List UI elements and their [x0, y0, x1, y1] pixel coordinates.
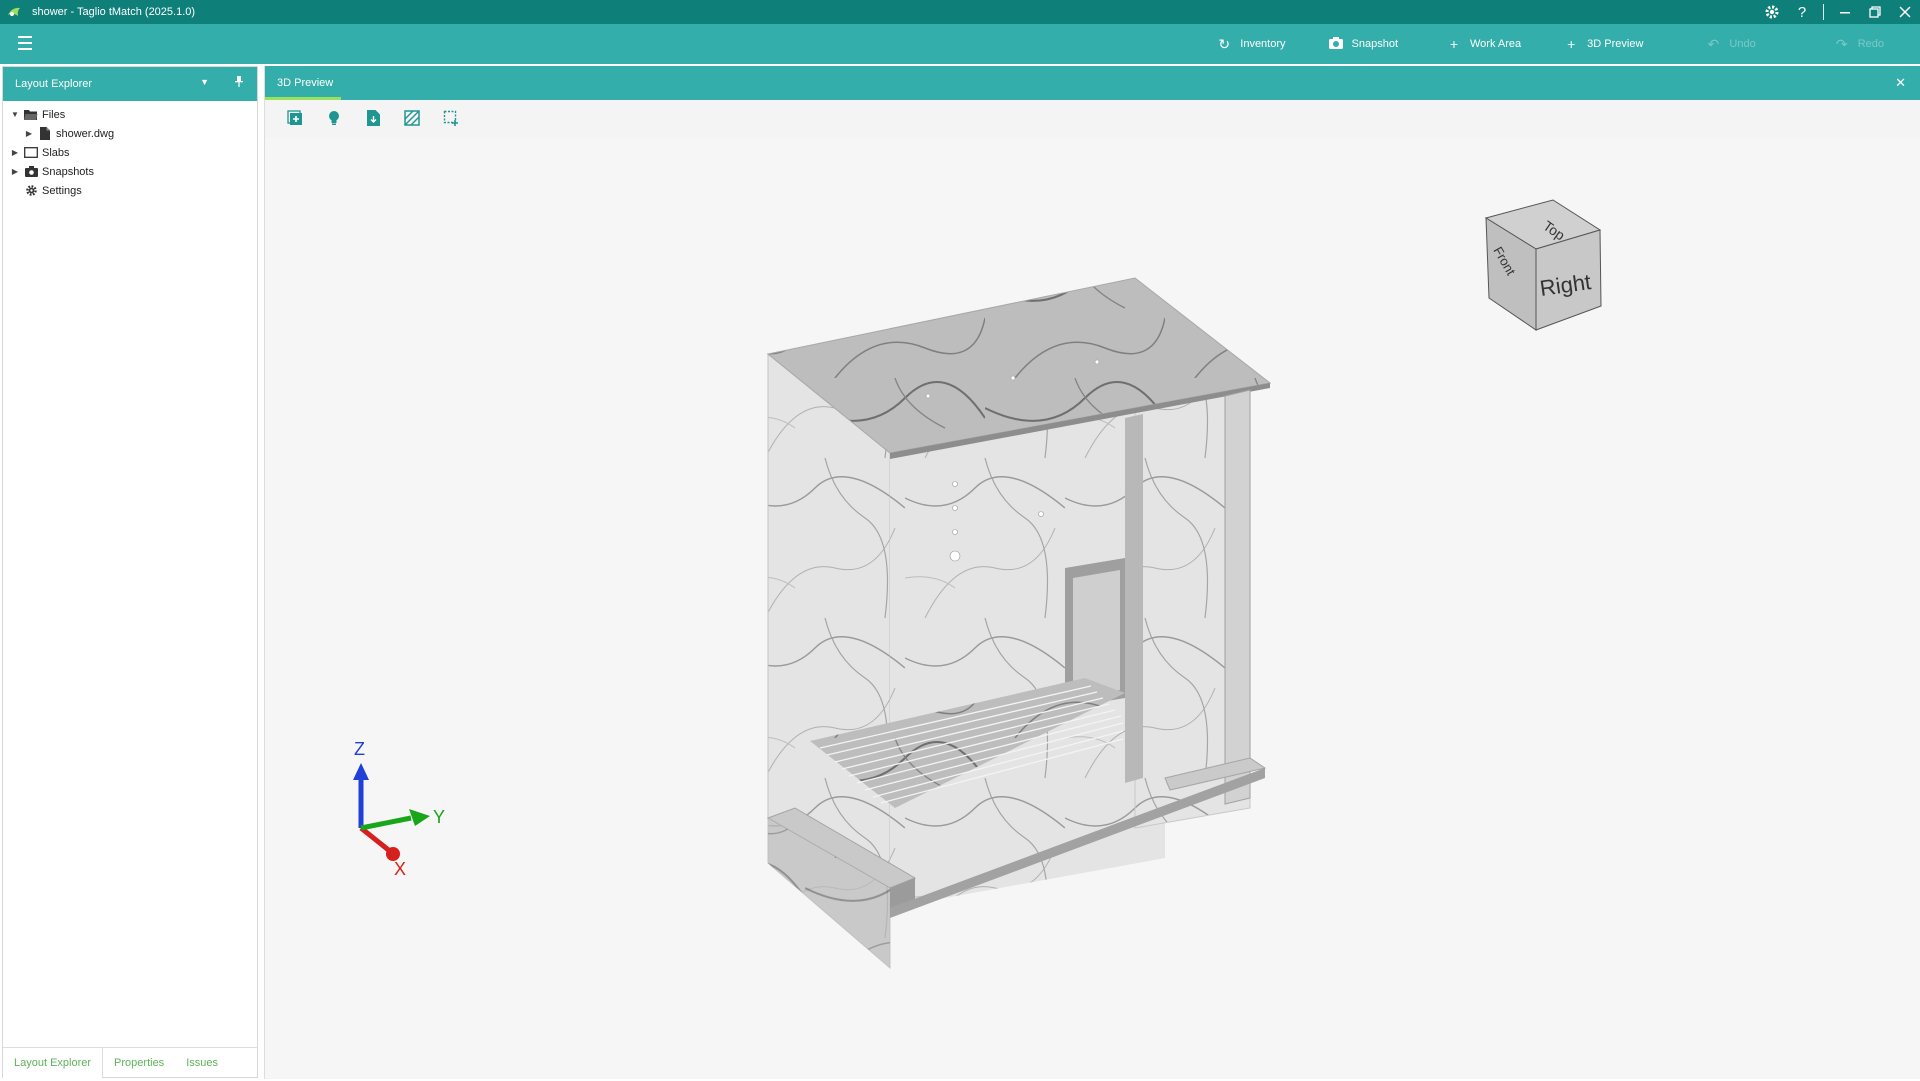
tree-item-settings-label: Settings — [42, 184, 82, 197]
refresh-icon: ↻ — [1218, 35, 1231, 52]
inventory-button[interactable]: ↻ Inventory — [1202, 24, 1299, 64]
3d-preview-button[interactable]: + 3D Preview — [1549, 24, 1657, 64]
minimize-icon[interactable] — [1830, 0, 1860, 24]
tree-item-snapshots[interactable]: ▶ Snapshots — [3, 162, 257, 181]
layout-explorer-title: Layout Explorer — [15, 78, 93, 90]
document-area: 3D Preview ✕ Top Front Right Z Y X — [264, 66, 1920, 1079]
lightbulb-icon[interactable] — [324, 108, 344, 128]
3d-viewport[interactable]: Top Front Right Z Y X — [265, 138, 1920, 1078]
view-cube[interactable]: Top Front Right — [1484, 199, 1602, 331]
texture-toggle-icon[interactable] — [402, 108, 422, 128]
title-separator — [1823, 4, 1824, 20]
document-tab-bar: 3D Preview ✕ — [265, 66, 1920, 100]
plus-icon: + — [1449, 36, 1459, 52]
chevron-down-icon[interactable]: ▼ — [200, 77, 209, 87]
tab-3d-preview-label: 3D Preview — [277, 77, 334, 89]
window-title: shower - Taglio tMatch (2025.1.0) — [32, 6, 196, 18]
axis-triad: Z Y X — [353, 739, 445, 879]
tab-3d-preview[interactable]: 3D Preview — [265, 66, 345, 100]
help-icon[interactable]: ? — [1787, 0, 1817, 24]
preview-toolbar — [265, 100, 1920, 136]
plus-icon: + — [1567, 36, 1576, 52]
folder-open-icon — [23, 108, 39, 122]
tab-properties[interactable]: Properties — [103, 1048, 175, 1078]
partition-column[interactable] — [1125, 414, 1143, 783]
active-tab-indicator — [265, 97, 341, 100]
expanded-arrow-icon[interactable]: ▼ — [9, 110, 21, 119]
camera-icon — [1328, 36, 1344, 53]
tree-item-settings[interactable]: Settings — [3, 181, 257, 200]
collapsed-arrow-icon[interactable]: ▶ — [9, 148, 21, 157]
panel-tabs: Layout Explorer Properties Issues — [3, 1047, 257, 1078]
right-trim[interactable] — [1224, 389, 1251, 805]
tree-item-files-label: Files — [42, 108, 66, 121]
tab-layout-explorer[interactable]: Layout Explorer — [3, 1048, 104, 1078]
add-view-icon[interactable] — [285, 108, 305, 128]
main-toolbar: ↻ Inventory Snapshot + Work Area + 3D Pr… — [0, 24, 1920, 64]
snapshot-button[interactable]: Snapshot — [1314, 24, 1412, 64]
tree-item-slabs-label: Slabs — [42, 146, 70, 159]
tab-issues[interactable]: Issues — [175, 1048, 229, 1078]
tree-item-slabs[interactable]: ▶ Slabs — [3, 143, 257, 162]
collapsed-arrow-icon[interactable]: ▶ — [23, 129, 35, 138]
file-icon — [37, 127, 53, 141]
3d-scene[interactable]: Top Front Right Z Y X — [265, 138, 1920, 1078]
settings-gear-icon[interactable] — [1757, 0, 1787, 24]
tree-item-snapshots-label: Snapshots — [42, 165, 94, 178]
tree-item-shower-dwg[interactable]: ▶ shower.dwg — [3, 124, 257, 143]
hamburger-menu-icon[interactable] — [18, 36, 38, 52]
3d-preview-label: 3D Preview — [1587, 38, 1644, 50]
redo-label: Redo — [1857, 38, 1884, 50]
gear-icon — [23, 184, 39, 198]
close-tab-icon[interactable]: ✕ — [1895, 75, 1906, 91]
restore-icon[interactable] — [1860, 0, 1890, 24]
work-area-button[interactable]: + Work Area — [1432, 24, 1535, 64]
axis-label-y: Y — [433, 807, 445, 827]
axis-label-x: X — [394, 859, 406, 879]
tree-item-files[interactable]: ▼ Files — [3, 105, 257, 124]
layout-explorer-panel: Layout Explorer ▼ ▼ Files ▶ shower.dwg ▶… — [2, 66, 258, 1078]
layout-explorer-header: Layout Explorer ▼ — [3, 67, 257, 101]
title-bar: shower - Taglio tMatch (2025.1.0) ? — [0, 0, 1920, 24]
redo-icon: ↷ — [1835, 35, 1848, 52]
close-icon[interactable] — [1890, 0, 1920, 24]
app-logo-icon — [8, 7, 20, 16]
export-file-icon[interactable] — [363, 108, 383, 128]
file-tree: ▼ Files ▶ shower.dwg ▶ Slabs ▶ Snapshots… — [3, 101, 257, 200]
snapshot-label: Snapshot — [1351, 38, 1398, 50]
pin-icon[interactable] — [235, 76, 243, 90]
inventory-label: Inventory — [1240, 38, 1286, 50]
axis-label-z: Z — [354, 739, 365, 759]
selection-rectangle-icon[interactable] — [441, 108, 461, 128]
slab-rectangle-icon — [23, 146, 39, 160]
undo-icon: ↶ — [1707, 35, 1720, 52]
undo-button[interactable]: ↶ Undo — [1691, 24, 1769, 64]
undo-label: Undo — [1729, 38, 1756, 50]
redo-button[interactable]: ↷ Redo — [1820, 24, 1898, 64]
tree-item-shower-dwg-label: shower.dwg — [56, 127, 115, 140]
collapsed-arrow-icon[interactable]: ▶ — [9, 167, 21, 176]
work-area-label: Work Area — [1470, 38, 1522, 50]
camera-icon — [23, 165, 39, 179]
